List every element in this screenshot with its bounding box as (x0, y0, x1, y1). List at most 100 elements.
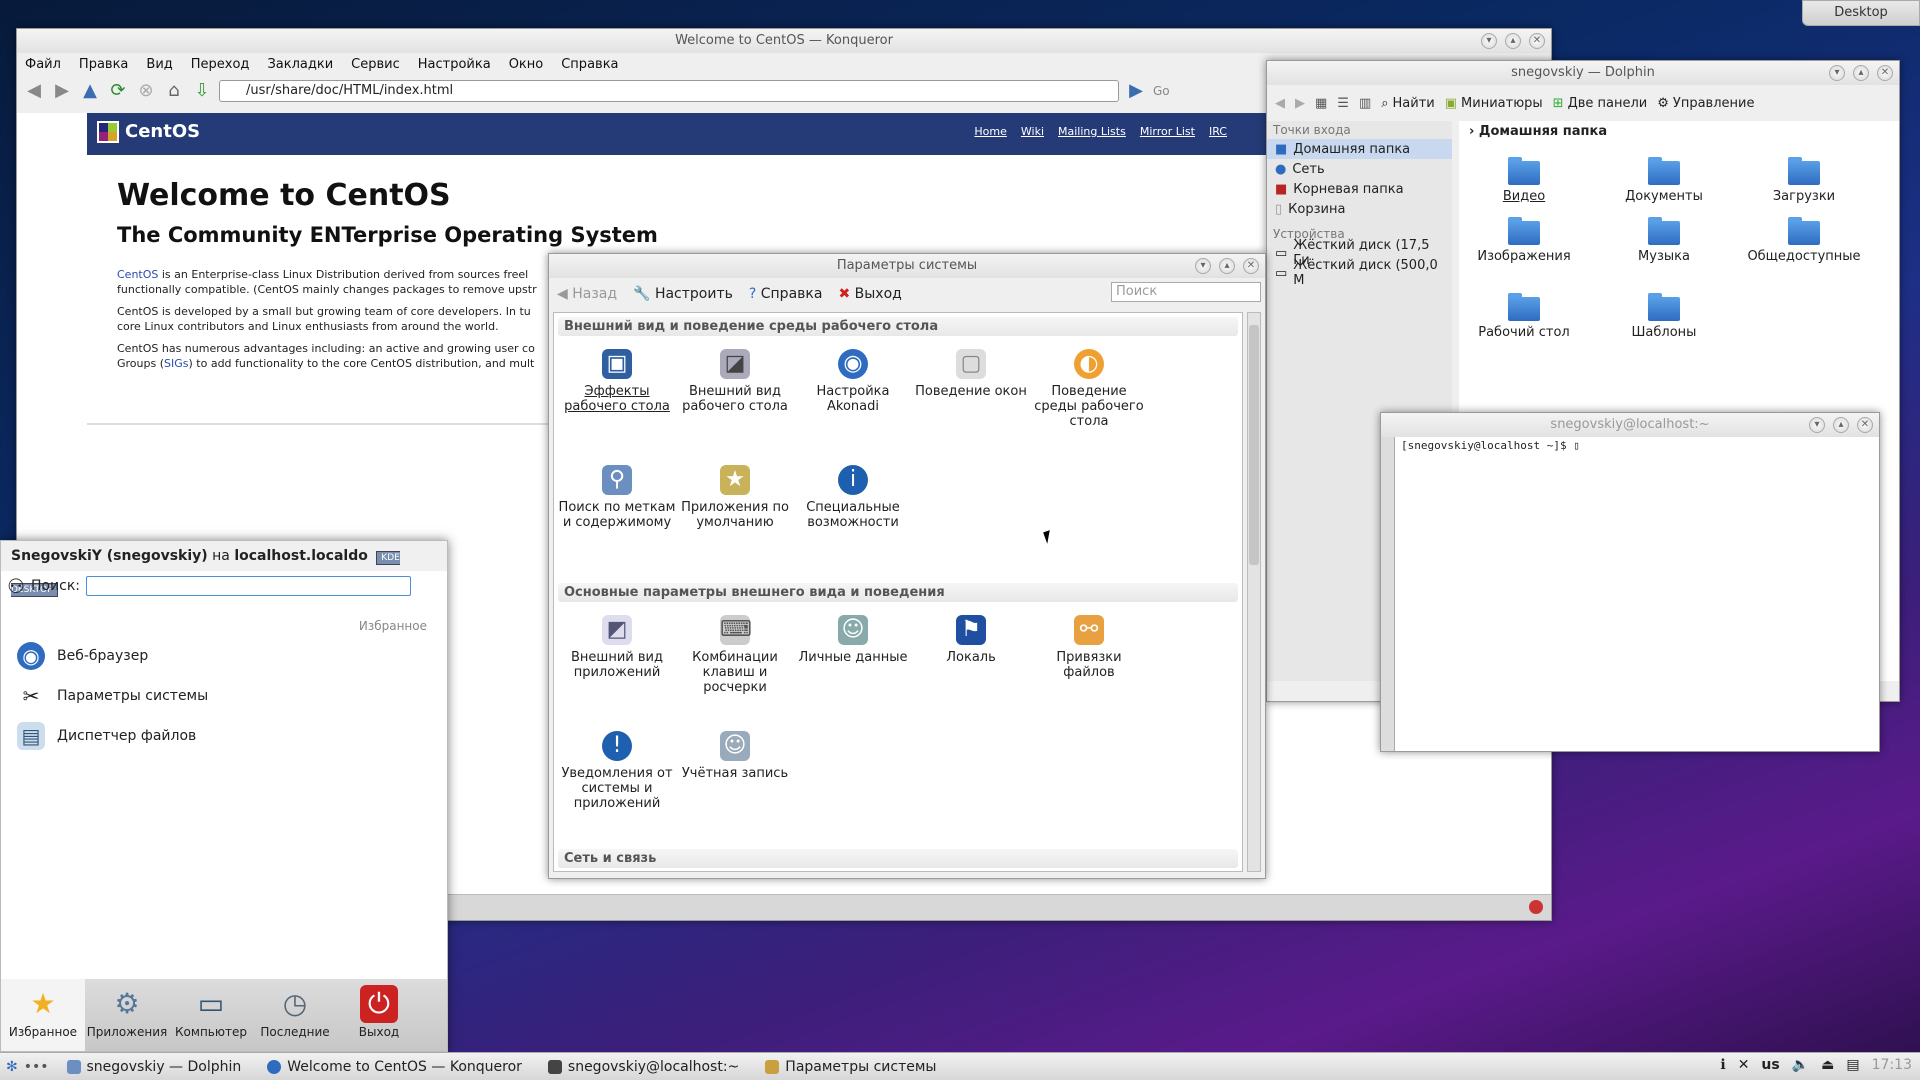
terminal-titlebar[interactable]: snegovskiy@localhost:~ ▾ ▴ ✕ (1381, 413, 1879, 437)
nav-link-mirror-list[interactable]: Mirror List (1140, 125, 1195, 138)
reload-icon[interactable]: ⟳ (107, 80, 129, 102)
nav-link-mailing-lists[interactable]: Mailing Lists (1058, 125, 1126, 138)
close-button[interactable]: ✕ (1877, 65, 1893, 81)
device-disk-2[interactable]: ▭ Жёсткий диск (500,0 М (1267, 258, 1452, 288)
place-root[interactable]: ■ Корневая папка (1267, 179, 1452, 199)
url-input[interactable]: /usr/share/doc/HTML/index.html (219, 80, 1119, 102)
tab-leave[interactable]: ⏻ Выход (337, 979, 421, 1051)
item-account[interactable]: ☺ Учётная запись (676, 731, 794, 781)
maximize-button[interactable]: ▴ (1833, 417, 1849, 433)
go-icon[interactable]: ▶ (1125, 80, 1147, 102)
menu-help[interactable]: Справка (561, 57, 618, 72)
folder-templates[interactable]: Шаблоны (1599, 293, 1729, 340)
breadcrumb[interactable]: › Домашняя папка (1459, 121, 1899, 143)
keyboard-layout[interactable]: us (1761, 1057, 1779, 1073)
terminal-output[interactable]: [snegovskiy@localhost ~]$ ▯ (1397, 437, 1879, 751)
forward-arrow-icon[interactable]: ▶ (51, 80, 73, 102)
folder-video[interactable]: Видео (1459, 157, 1589, 204)
close-button[interactable]: ✕ (1529, 33, 1545, 49)
pager-icon[interactable]: ••• (24, 1059, 59, 1075)
centos-logo[interactable]: CentOS (97, 121, 200, 143)
menu-file[interactable]: Файл (25, 57, 61, 72)
volume-icon[interactable]: 🔈 (1792, 1057, 1809, 1073)
folder-music[interactable]: Музыка (1599, 217, 1729, 264)
folder-documents[interactable]: Документы (1599, 157, 1729, 204)
tab-computer[interactable]: ▭ Компьютер (169, 979, 253, 1051)
nav-link-home[interactable]: Home (974, 125, 1006, 138)
menu-edit[interactable]: Правка (79, 57, 128, 72)
item-workspace-appearance[interactable]: ◪ Внешний вид рабочего стола (676, 349, 794, 414)
item-desktop-effects[interactable]: ▣ Эффекты рабочего стола (558, 349, 676, 414)
place-trash[interactable]: ▯ Корзина (1267, 199, 1452, 219)
item-locale[interactable]: ⚑ Локаль (912, 615, 1030, 665)
folder-public[interactable]: Общедоступные (1739, 217, 1869, 264)
task-system-settings[interactable]: Параметры системы (757, 1054, 954, 1080)
tab-recent[interactable]: ◷ Последние (253, 979, 337, 1051)
place-home[interactable]: ■ Домашняя папка (1267, 139, 1452, 159)
info-icon[interactable]: ℹ (1720, 1057, 1725, 1073)
forward-arrow-icon[interactable]: ▶ (1295, 96, 1305, 111)
fav-file-manager[interactable]: ▤ Диспетчер файлов (17, 721, 196, 751)
split-button[interactable]: ⊞ Две панели (1553, 96, 1648, 111)
quit-button[interactable]: ✖ Выход (838, 286, 901, 302)
clipboard-icon[interactable]: ▤ (1846, 1057, 1859, 1073)
menu-tools[interactable]: Сервис (351, 57, 400, 72)
item-shortcuts[interactable]: ⌨ Комбинации клавиш и росчерки (676, 615, 794, 695)
stop-icon[interactable]: ⊗ (135, 80, 157, 102)
device-notifier-icon[interactable]: ⏏ (1821, 1057, 1834, 1073)
item-file-associations[interactable]: ⚯ Привязки файлов (1030, 615, 1148, 680)
task-dolphin[interactable]: snegovskiy — Dolphin (59, 1054, 260, 1080)
menu-view[interactable]: Вид (146, 57, 172, 72)
settings-scrollbar[interactable] (1247, 312, 1261, 872)
configure-button[interactable]: 🔧 Настроить (633, 286, 733, 302)
item-notifications[interactable]: ! Уведомления от системы и приложений (558, 731, 676, 811)
item-akonadi[interactable]: ◉ Настройка Akonadi (794, 349, 912, 414)
tab-favorites[interactable]: ★ Избранное (1, 979, 85, 1051)
columns-view-icon[interactable]: ▥ (1359, 96, 1371, 111)
home-icon[interactable]: ⌂ (163, 80, 185, 102)
item-accessibility[interactable]: i Специальные возможности (794, 465, 912, 530)
minimize-button[interactable]: ▾ (1809, 417, 1825, 433)
minimize-button[interactable]: ▾ (1829, 65, 1845, 81)
back-arrow-icon[interactable]: ◀ (1275, 96, 1285, 111)
sigs-link[interactable]: SIGs (164, 357, 188, 370)
item-app-appearance[interactable]: ◩ Внешний вид приложений (558, 615, 676, 680)
tab-applications[interactable]: ⚙ Приложения (85, 979, 169, 1051)
menu-bookmarks[interactable]: Закладки (267, 57, 333, 72)
minimize-button[interactable]: ▾ (1195, 258, 1211, 274)
konqueror-titlebar[interactable]: Welcome to CentOS — Konqueror ▾ ▴ ✕ (17, 29, 1551, 53)
place-network[interactable]: ● Сеть (1267, 159, 1452, 179)
item-desktop-search[interactable]: ⚲ Поиск по меткам и содержимому (558, 465, 676, 530)
network-icon[interactable]: ✕ (1738, 1057, 1750, 1073)
desktop-button[interactable]: Desktop (1802, 0, 1920, 26)
fav-system-settings[interactable]: ✂ Параметры системы (17, 681, 209, 711)
close-button[interactable]: ✕ (1857, 417, 1873, 433)
download-icon[interactable]: ⇩ (191, 80, 213, 102)
folder-downloads[interactable]: Загрузки (1739, 157, 1869, 204)
back-button[interactable]: ◀ Назад (557, 286, 617, 302)
centos-link[interactable]: CentOS (117, 268, 158, 281)
menu-window[interactable]: Окно (509, 57, 544, 72)
maximize-button[interactable]: ▴ (1853, 65, 1869, 81)
kickoff-search-input[interactable] (86, 576, 411, 596)
menu-go[interactable]: Переход (191, 57, 250, 72)
minimize-button[interactable]: ▾ (1481, 33, 1497, 49)
maximize-button[interactable]: ▴ (1505, 33, 1521, 49)
task-konqueror[interactable]: Welcome to CentOS — Konqueror (259, 1054, 540, 1080)
dolphin-titlebar[interactable]: snegovskiy — Dolphin ▾ ▴ ✕ (1267, 61, 1899, 85)
terminal-scrollbar[interactable] (1381, 437, 1395, 751)
icons-view-icon[interactable]: ▦ (1315, 96, 1327, 111)
thumbnails-button[interactable]: ▣ Миниатюры (1445, 96, 1543, 111)
menu-settings[interactable]: Настройка (418, 57, 491, 72)
control-button[interactable]: ⚙ Управление (1657, 96, 1754, 111)
fav-web-browser[interactable]: ◉ Веб-браузер (17, 641, 148, 671)
help-button[interactable]: ? Справка (749, 286, 823, 302)
find-button[interactable]: ⌕ Найти (1381, 96, 1435, 111)
item-default-apps[interactable]: ★ Приложения по умолчанию (676, 465, 794, 530)
details-view-icon[interactable]: ☰ (1337, 96, 1349, 111)
system-settings-titlebar[interactable]: Параметры системы ▾ ▴ ✕ (549, 254, 1265, 278)
settings-search-input[interactable]: Поиск (1111, 282, 1261, 302)
nav-link-irc[interactable]: IRC (1209, 125, 1227, 138)
task-terminal[interactable]: snegovskiy@localhost:~ (540, 1054, 757, 1080)
item-personal-info[interactable]: ☺ Личные данные (794, 615, 912, 665)
